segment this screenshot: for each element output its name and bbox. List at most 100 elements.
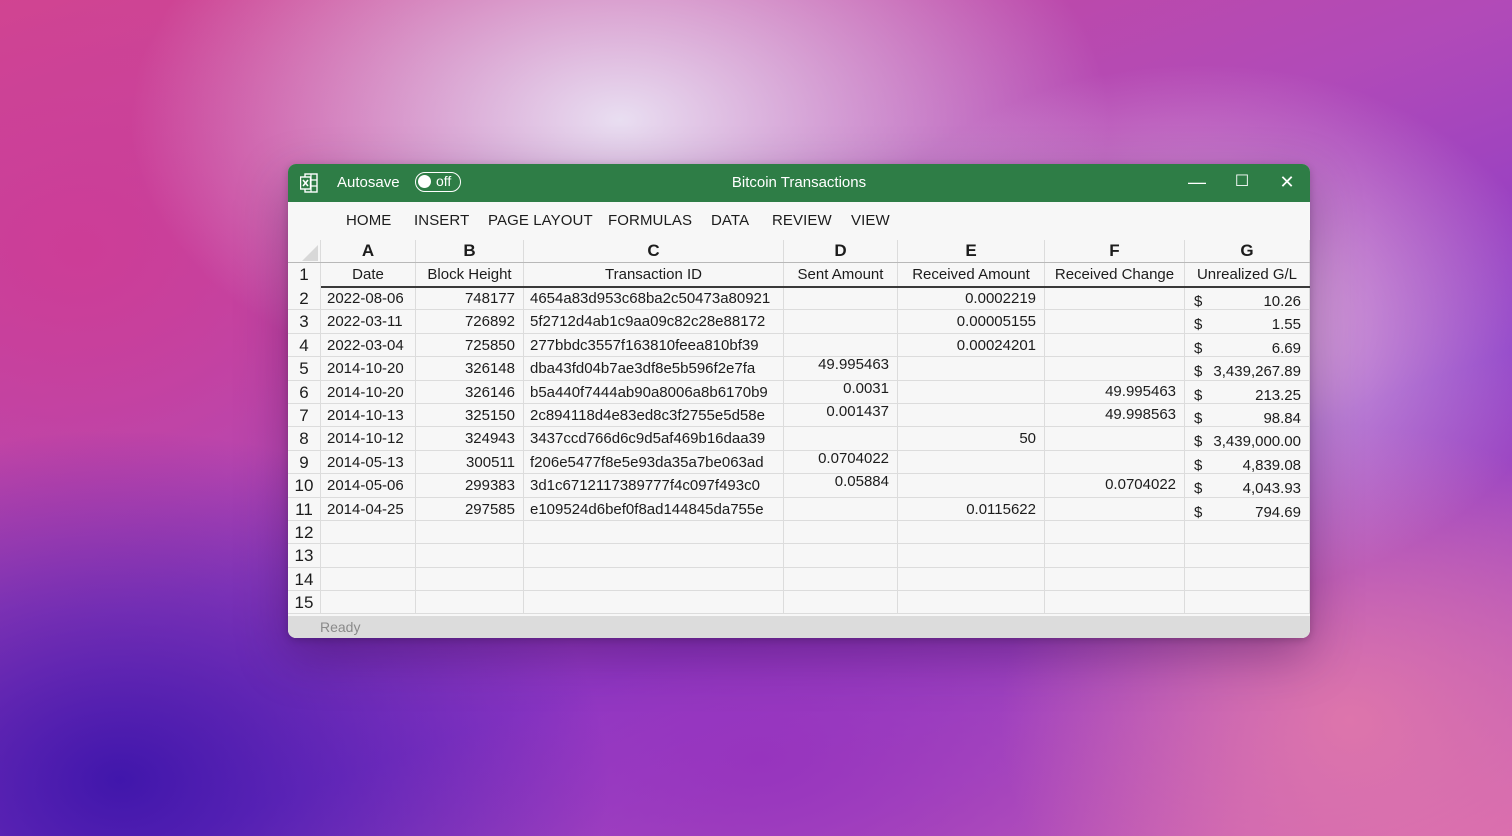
cell-date[interactable]: 2014-10-20	[321, 357, 416, 381]
cell-transaction-id[interactable]	[524, 544, 784, 568]
cell-received-change[interactable]	[1045, 310, 1185, 334]
cell-date[interactable]	[321, 568, 416, 591]
menu-page-layout[interactable]: PAGE LAYOUT	[488, 212, 593, 229]
cell-received-amount[interactable]	[898, 544, 1045, 568]
menu-view[interactable]: VIEW	[851, 212, 890, 229]
cell-received-amount[interactable]	[898, 357, 1045, 381]
select-all-corner[interactable]	[288, 240, 321, 263]
column-header-f[interactable]: F	[1045, 240, 1185, 263]
row-number[interactable]: 3	[288, 310, 321, 334]
cell-block-height[interactable]	[416, 521, 524, 544]
cell-unrealized-gl[interactable]: $1.55	[1185, 310, 1310, 334]
cell-date[interactable]	[321, 521, 416, 544]
minimize-button[interactable]: —	[1185, 170, 1209, 194]
cell-date[interactable]: 2022-03-04	[321, 334, 416, 357]
maximize-button[interactable]: ☐	[1230, 170, 1254, 194]
cell-received-amount[interactable]	[898, 474, 1045, 498]
cell-received-change[interactable]	[1045, 591, 1185, 614]
cell-received-change[interactable]	[1045, 521, 1185, 544]
column-header-d[interactable]: D	[784, 240, 898, 263]
row-number[interactable]: 14	[288, 568, 321, 591]
cell-unrealized-gl[interactable]: $98.84	[1185, 404, 1310, 427]
cell-block-height[interactable]	[416, 591, 524, 614]
cell-unrealized-gl[interactable]	[1185, 568, 1310, 591]
cell-received-change[interactable]	[1045, 287, 1185, 310]
cell-date[interactable]: 2014-10-20	[321, 381, 416, 404]
cell-unrealized-gl[interactable]: $3,439,267.89	[1185, 357, 1310, 381]
cell-transaction-id[interactable]: b5a440f7444ab90a8006a8b6170b9	[524, 381, 784, 404]
cell-date[interactable]: 2022-03-11	[321, 310, 416, 334]
row-number[interactable]: 10	[288, 474, 321, 498]
cell-unrealized-gl[interactable]: $4,043.93	[1185, 474, 1310, 498]
cell-received-change[interactable]	[1045, 334, 1185, 357]
cell-block-height[interactable]: 326148	[416, 357, 524, 381]
cell-unrealized-gl[interactable]	[1185, 544, 1310, 568]
cell-received-amount[interactable]	[898, 568, 1045, 591]
column-header-c[interactable]: C	[524, 240, 784, 263]
cell-block-height[interactable]	[416, 568, 524, 591]
cell-sent-amount[interactable]: 0.0031	[784, 381, 898, 404]
cell-received-change[interactable]: 0.0704022	[1045, 474, 1185, 498]
cell-block-height[interactable]: 726892	[416, 310, 524, 334]
cell-unrealized-gl[interactable]: $6.69	[1185, 334, 1310, 357]
cell-transaction-id[interactable]: 277bbdc3557f163810feea810bf39	[524, 334, 784, 357]
row-number[interactable]: 9	[288, 451, 321, 474]
cell-transaction-id[interactable]	[524, 591, 784, 614]
row-number[interactable]: 2	[288, 287, 321, 310]
menu-home[interactable]: HOME	[346, 212, 391, 229]
row-number[interactable]: 5	[288, 357, 321, 381]
menu-formulas[interactable]: FORMULAS	[608, 212, 692, 229]
row-number[interactable]: 13	[288, 544, 321, 568]
cell-received-change[interactable]: 49.995463	[1045, 381, 1185, 404]
cell-received-change[interactable]	[1045, 357, 1185, 381]
cell-block-height[interactable]	[416, 544, 524, 568]
cell-transaction-id[interactable]: 4654a83d953c68ba2c50473a80921	[524, 287, 784, 310]
cell-sent-amount[interactable]	[784, 591, 898, 614]
cell-transaction-id[interactable]: 3d1c6712117389777f4c097f493c0	[524, 474, 784, 498]
close-button[interactable]: ✕	[1275, 170, 1299, 194]
cell-sent-amount[interactable]	[784, 568, 898, 591]
cell-received-amount[interactable]: 0.0115622	[898, 498, 1045, 521]
cell-block-height[interactable]: 325150	[416, 404, 524, 427]
cell-unrealized-gl[interactable]: $3,439,000.00	[1185, 427, 1310, 451]
cell-transaction-id[interactable]: f206e5477f8e5e93da35a7be063ad	[524, 451, 784, 474]
cell-received-change[interactable]	[1045, 427, 1185, 451]
menu-insert[interactable]: INSERT	[414, 212, 469, 229]
cell-received-change[interactable]	[1045, 498, 1185, 521]
cell-transaction-id[interactable]: e109524d6bef0f8ad144845da755e	[524, 498, 784, 521]
header-received-change[interactable]: Received Change	[1045, 263, 1185, 287]
cell-received-amount[interactable]: 0.00024201	[898, 334, 1045, 357]
cell-received-change[interactable]: 49.998563	[1045, 404, 1185, 427]
cell-sent-amount[interactable]	[784, 310, 898, 334]
row-number[interactable]: 12	[288, 521, 321, 544]
cell-unrealized-gl[interactable]	[1185, 521, 1310, 544]
cell-sent-amount[interactable]: 49.995463	[784, 357, 898, 381]
header-block-height[interactable]: Block Height	[416, 263, 524, 287]
cell-transaction-id[interactable]	[524, 568, 784, 591]
cell-date[interactable]: 2014-10-12	[321, 427, 416, 451]
cell-block-height[interactable]: 300511	[416, 451, 524, 474]
cell-received-amount[interactable]	[898, 381, 1045, 404]
cell-sent-amount[interactable]	[784, 334, 898, 357]
cell-sent-amount[interactable]	[784, 287, 898, 310]
row-number[interactable]: 7	[288, 404, 321, 427]
cell-unrealized-gl[interactable]: $794.69	[1185, 498, 1310, 521]
row-number[interactable]: 11	[288, 498, 321, 521]
row-number[interactable]: 6	[288, 381, 321, 404]
cell-received-change[interactable]	[1045, 568, 1185, 591]
column-header-b[interactable]: B	[416, 240, 524, 263]
column-header-g[interactable]: G	[1185, 240, 1310, 263]
cell-sent-amount[interactable]: 0.05884	[784, 474, 898, 498]
row-number[interactable]: 8	[288, 427, 321, 451]
cell-block-height[interactable]: 299383	[416, 474, 524, 498]
cell-sent-amount[interactable]: 0.001437	[784, 404, 898, 427]
cell-block-height[interactable]: 326146	[416, 381, 524, 404]
menu-data[interactable]: DATA	[711, 212, 749, 229]
cell-date[interactable]: 2014-04-25	[321, 498, 416, 521]
cell-date[interactable]	[321, 544, 416, 568]
header-date[interactable]: Date	[321, 263, 416, 287]
header-unrealized-gl[interactable]: Unrealized G/L	[1185, 263, 1310, 287]
cell-block-height[interactable]: 725850	[416, 334, 524, 357]
cell-sent-amount[interactable]	[784, 544, 898, 568]
cell-transaction-id[interactable]: 5f2712d4ab1c9aa09c82c28e88172	[524, 310, 784, 334]
